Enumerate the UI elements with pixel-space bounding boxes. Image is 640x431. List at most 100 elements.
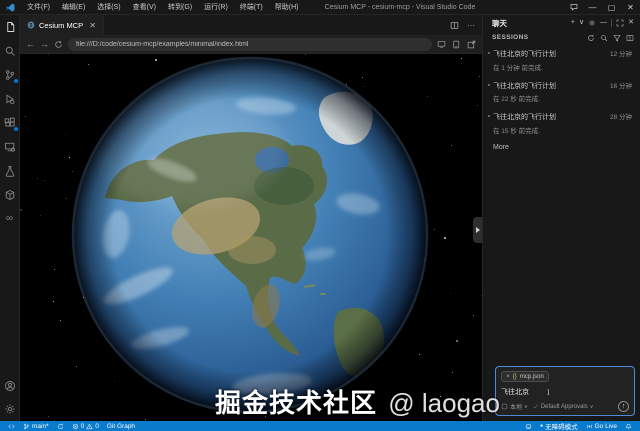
account-icon[interactable] [3,379,16,392]
session-age: 28 分钟 [609,114,632,121]
menu-bar: 文件(F) 编辑(E) 选择(S) 查看(V) 转到(G) 运行(R) 终端(T) 帮助(H) [22,1,303,13]
remote-indicator[interactable] [4,423,19,430]
package-icon[interactable] [3,188,16,201]
search-icon[interactable] [3,44,16,57]
tab-close-icon[interactable]: ✕ [89,21,96,30]
git-graph-label: Git Graph [106,422,136,430]
editor-actions: ··· [450,15,482,35]
vscode-logo-icon [6,3,15,11]
url-input[interactable]: file:///D:/code/cesium-mcp/examples/mini… [68,37,432,51]
go-live-button[interactable]: Go Live [582,423,621,430]
session-title: 飞往北京的飞行计划 [493,114,556,121]
settings-gear-icon[interactable] [3,402,16,415]
editor-group: Cesium MCP ✕ ··· ← → file:///D:/code/ces… [20,15,482,421]
branch-name: main* [32,422,49,430]
menu-item[interactable]: 运行(R) [199,1,233,13]
approvals-selector[interactable]: Default Approvals ∨ [532,403,593,410]
layout-icon[interactable] [626,34,634,42]
chat-message-input[interactable]: 飞往北京 I [501,387,629,397]
broadcast-icon [586,424,592,428]
maximize-panel-icon[interactable] [616,19,624,27]
mode-selector[interactable]: 本地 ∨ [501,402,528,411]
menu-item[interactable]: 文件(F) [22,1,55,13]
context-chip-label: mcp.json [519,373,544,380]
status-bar-right: ● 无障碍模式 Go Live [521,421,636,431]
session-item[interactable]: 飞往北京的飞行计划 16 分钟 在 22 秒 前完成. [483,76,640,108]
menu-item[interactable]: 转到(G) [163,1,197,13]
menu-item[interactable]: 查看(V) [128,1,161,13]
tab-cesium-mcp[interactable]: Cesium MCP ✕ [20,15,104,35]
search-sessions-icon[interactable] [600,34,608,42]
earth-globe[interactable] [20,54,482,421]
chevron-down-icon[interactable]: ∨ [579,19,584,27]
filter-icon[interactable] [613,34,621,42]
context-chip[interactable]: × {} mcp.json [501,371,549,382]
sessions-actions [587,34,634,42]
bell-icon [625,423,632,429]
split-editor-icon[interactable] [450,21,459,30]
tab-bar: Cesium MCP ✕ ··· [20,15,482,35]
open-in-browser-icon[interactable] [437,40,446,49]
panel-toggle-handle[interactable] [473,217,482,243]
warning-count: 0 [95,422,99,430]
close-button[interactable]: ✕ [621,0,640,14]
chat-settings-gear-icon[interactable] [588,19,596,27]
git-branch-status[interactable]: main* [19,423,53,430]
mode-icon [501,403,508,410]
status-bar: main* 0 0 Git Graph ● 无障碍模式 Go Live [0,421,640,431]
chat-input-box[interactable]: × {} mcp.json 飞往北京 I 本地 ∨ Default Approv… [495,366,635,416]
status-dot-icon: ● [540,423,544,429]
more-sessions-link[interactable]: More [483,139,640,156]
chat-panel-actions: + ∨ — ✕ [571,19,634,27]
sync-status[interactable] [53,423,68,430]
close-panel-icon[interactable]: ✕ [628,19,634,27]
explorer-icon[interactable] [3,20,16,33]
menu-item[interactable]: 选择(S) [92,1,125,13]
refresh-icon[interactable] [587,34,595,42]
menu-item[interactable]: 编辑(E) [57,1,90,13]
session-age: 16 分钟 [609,82,632,90]
menu-item[interactable]: 帮助(H) [270,1,304,13]
extensions-icon[interactable] [3,116,19,132]
menu-item[interactable]: 终端(T) [235,1,268,13]
problems-status[interactable]: 0 0 [68,423,103,430]
chat-panel-header: 聊天 + ∨ — ✕ [483,15,640,31]
more-actions-icon[interactable]: ··· [467,21,475,30]
run-and-debug-icon[interactable] [3,92,16,105]
divider [611,19,613,27]
sessions-list: 飞往北京的飞行计划 12 分钟 在 1 分钟 前完成. 飞往北京的飞行计划 16… [483,44,640,139]
chat-toggle-icon[interactable] [564,0,583,14]
remote-explorer-icon[interactable] [3,140,16,153]
approvals-icon [532,404,538,409]
cesium-preview[interactable] [20,54,482,421]
feedback-smiley[interactable] [521,423,536,430]
devtools-icon[interactable] [452,40,461,49]
warning-icon [86,423,94,429]
remove-context-icon[interactable]: × [506,373,510,380]
reload-icon[interactable] [54,40,63,49]
minimize-button[interactable]: — [583,0,602,14]
source-control-icon[interactable] [3,68,19,84]
forward-icon[interactable]: → [40,39,49,49]
remote-icon [8,424,15,428]
session-item[interactable]: 飞往北京的飞行计划 12 分钟 在 1 分钟 前完成. [483,44,640,76]
browser-nav-bar: ← → file:///D:/code/cesium-mcp/examples/… [20,35,482,54]
new-chat-icon[interactable]: + [571,19,575,27]
sessions-header[interactable]: SESSIONS [483,31,640,44]
sync-icon [57,423,63,429]
back-icon[interactable]: ← [26,39,35,49]
send-button[interactable]: ↑ [618,401,629,412]
notifications-bell[interactable] [621,423,636,430]
accessibility-label: 无障碍模式 [545,424,578,431]
collapse-panel-icon[interactable]: — [600,19,607,27]
text-cursor: I [547,387,550,397]
session-title: 飞往北京的飞行计划 [493,51,556,58]
open-external-icon[interactable] [467,40,476,49]
maximize-button[interactable]: ▢ [602,0,621,14]
git-graph-button[interactable]: Git Graph [103,423,139,430]
accessibility-status[interactable]: ● 无障碍模式 [536,421,582,431]
testing-icon[interactable] [3,164,16,177]
session-item[interactable]: 飞往北京的飞行计划 28 分钟 在 15 秒 前完成. [483,107,640,139]
activity-bar: ∞ [0,15,20,421]
infinity-tool-icon[interactable]: ∞ [3,212,16,225]
